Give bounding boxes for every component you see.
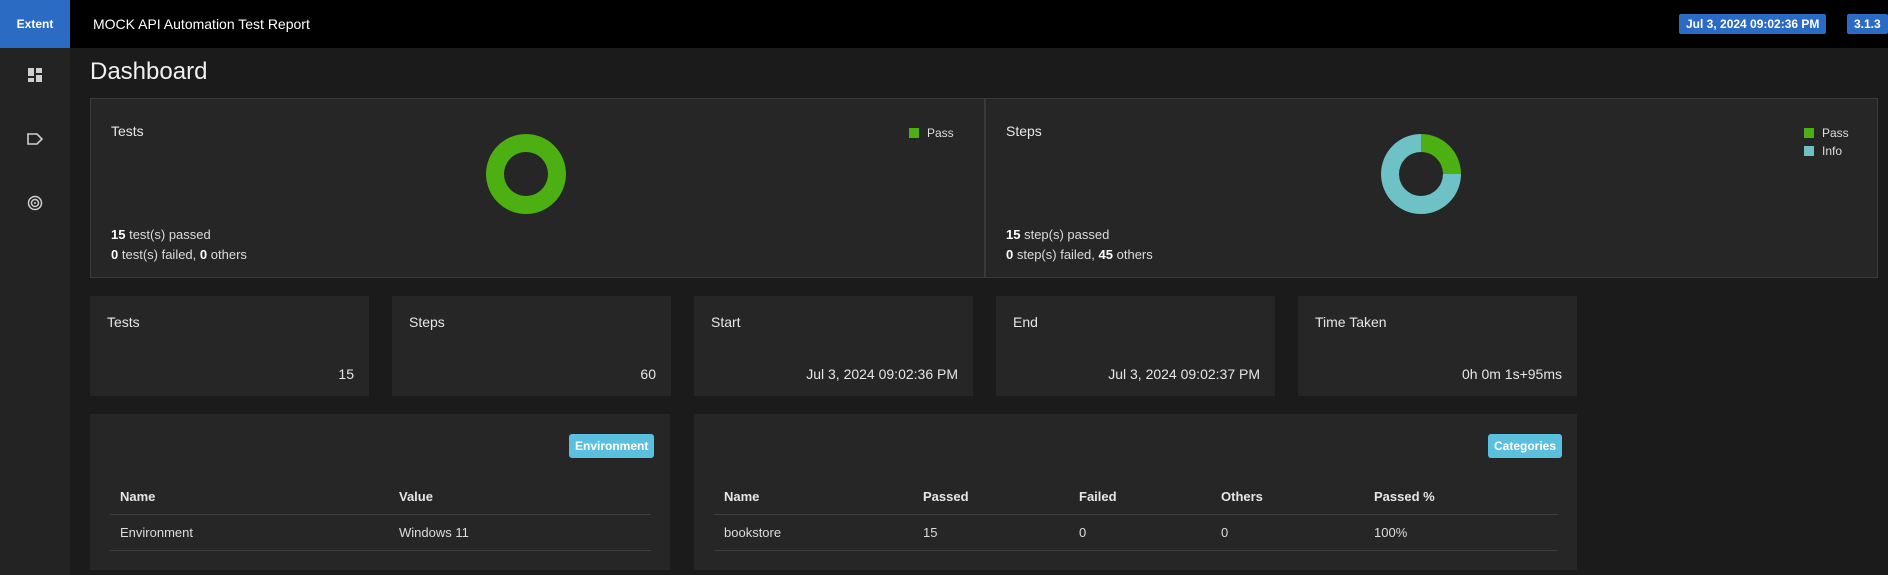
dashboard-icon[interactable] <box>26 66 44 84</box>
steps-others-text: others <box>1116 247 1153 262</box>
steps-passed-text: step(s) passed <box>1024 227 1110 242</box>
steps-others-count: 45 <box>1098 247 1113 262</box>
column-header: Name <box>110 480 389 515</box>
stat-label: Steps <box>409 314 445 330</box>
tests-others-text: others <box>210 247 247 262</box>
report-title: MOCK API Automation Test Report <box>93 16 310 32</box>
tests-others-count: 0 <box>199 247 208 262</box>
stat-value: Jul 3, 2024 09:02:37 PM <box>1108 366 1260 382</box>
legend-label: Info <box>1822 144 1843 158</box>
tests-passed-text: test(s) passed <box>129 227 211 242</box>
column-header: Passed % <box>1364 480 1558 515</box>
table-row: Environment Windows 11 <box>110 514 651 551</box>
column-header: Name <box>714 480 913 515</box>
tests-stat-card: Tests 15 <box>90 296 369 396</box>
environment-card: Environment Name Value Environment Windo… <box>90 414 670 570</box>
table-cell: Environment <box>110 514 389 551</box>
steps-failed-count: 0 <box>1006 247 1014 262</box>
date-badge: Jul 3, 2024 09:02:36 PM <box>1679 14 1827 34</box>
tests-failed-text: test(s) failed, <box>121 247 197 262</box>
tests-passed-count: 15 <box>111 227 126 242</box>
legend-item-pass[interactable]: Pass <box>1804 124 1849 142</box>
steps-passed-summary: 15 step(s) passed <box>1006 227 1109 242</box>
info-swatch <box>1804 146 1814 156</box>
steps-failed-summary: 0 step(s) failed, 45 others <box>1006 247 1153 262</box>
environment-tag: Environment <box>569 434 655 458</box>
tests-donut-chart <box>486 134 566 214</box>
environment-table: Name Value Environment Windows 11 <box>110 480 651 551</box>
categories-tag: Categories <box>1488 434 1563 458</box>
brand-logo[interactable]: Extent <box>0 0 70 48</box>
table-cell: 100% <box>1364 514 1558 551</box>
tests-failed-count: 0 <box>111 247 119 262</box>
legend-label: Pass <box>1822 126 1849 140</box>
steps-passed-count: 15 <box>1006 227 1021 242</box>
donut-slice-pass[interactable] <box>486 134 566 214</box>
stat-label: Time Taken <box>1315 314 1387 330</box>
table-row: bookstore 15 0 0 100% <box>714 514 1558 551</box>
tests-chart-title: Tests <box>111 123 144 139</box>
stat-value: 60 <box>640 366 656 382</box>
table-header-row: Name Passed Failed Others Passed % <box>714 480 1558 515</box>
steps-chart-title: Steps <box>1006 123 1042 139</box>
stat-value: 15 <box>338 366 354 382</box>
stat-value: Jul 3, 2024 09:02:36 PM <box>806 366 958 382</box>
pass-swatch <box>1804 128 1814 138</box>
tests-passed-summary: 15 test(s) passed <box>111 227 211 242</box>
legend-item-info[interactable]: Info <box>1804 142 1849 160</box>
version-badge: 3.1.3 <box>1847 14 1888 34</box>
table-cell: Windows 11 <box>389 514 651 551</box>
stat-label: Start <box>711 314 741 330</box>
table-header-row: Name Value <box>110 480 651 515</box>
steps-stat-card: Steps 60 <box>392 296 671 396</box>
tests-legend: Pass <box>909 124 954 142</box>
categories-table: Name Passed Failed Others Passed % books… <box>714 480 1558 551</box>
tag-icon[interactable] <box>26 130 44 148</box>
legend-label: Pass <box>927 126 954 140</box>
steps-legend: Pass Info <box>1804 124 1849 160</box>
end-stat-card: End Jul 3, 2024 09:02:37 PM <box>996 296 1275 396</box>
time-taken-stat-card: Time Taken 0h 0m 1s+95ms <box>1298 296 1577 396</box>
stat-label: End <box>1013 314 1038 330</box>
column-header: Failed <box>1069 480 1211 515</box>
top-bar: Extent MOCK API Automation Test Report J… <box>0 0 1888 48</box>
start-stat-card: Start Jul 3, 2024 09:02:36 PM <box>694 296 973 396</box>
stat-label: Tests <box>107 314 140 330</box>
column-header: Passed <box>913 480 1069 515</box>
categories-card: Categories Name Passed Failed Others Pas… <box>694 414 1577 570</box>
legend-item-pass[interactable]: Pass <box>909 124 954 142</box>
column-header: Others <box>1211 480 1364 515</box>
pass-swatch <box>909 128 919 138</box>
page-title: Dashboard <box>90 58 208 85</box>
table-cell: 0 <box>1211 514 1364 551</box>
column-header: Value <box>389 480 651 515</box>
steps-donut-chart <box>1381 134 1461 214</box>
exception-icon[interactable] <box>26 194 44 212</box>
steps-chart-card: Steps Pass Info 15 step(s) passed 0 step… <box>985 98 1878 278</box>
steps-failed-text: step(s) failed, <box>1016 247 1095 262</box>
table-cell: 0 <box>1069 514 1211 551</box>
sidebar <box>0 48 70 575</box>
stat-value: 0h 0m 1s+95ms <box>1462 366 1562 382</box>
table-cell: bookstore <box>714 514 913 551</box>
donut-slice-pass[interactable] <box>1421 134 1461 174</box>
tests-chart-card: Tests Pass 15 test(s) passed 0 test(s) f… <box>90 98 985 278</box>
table-cell: 15 <box>913 514 1069 551</box>
tests-failed-summary: 0 test(s) failed, 0 others <box>111 247 247 262</box>
